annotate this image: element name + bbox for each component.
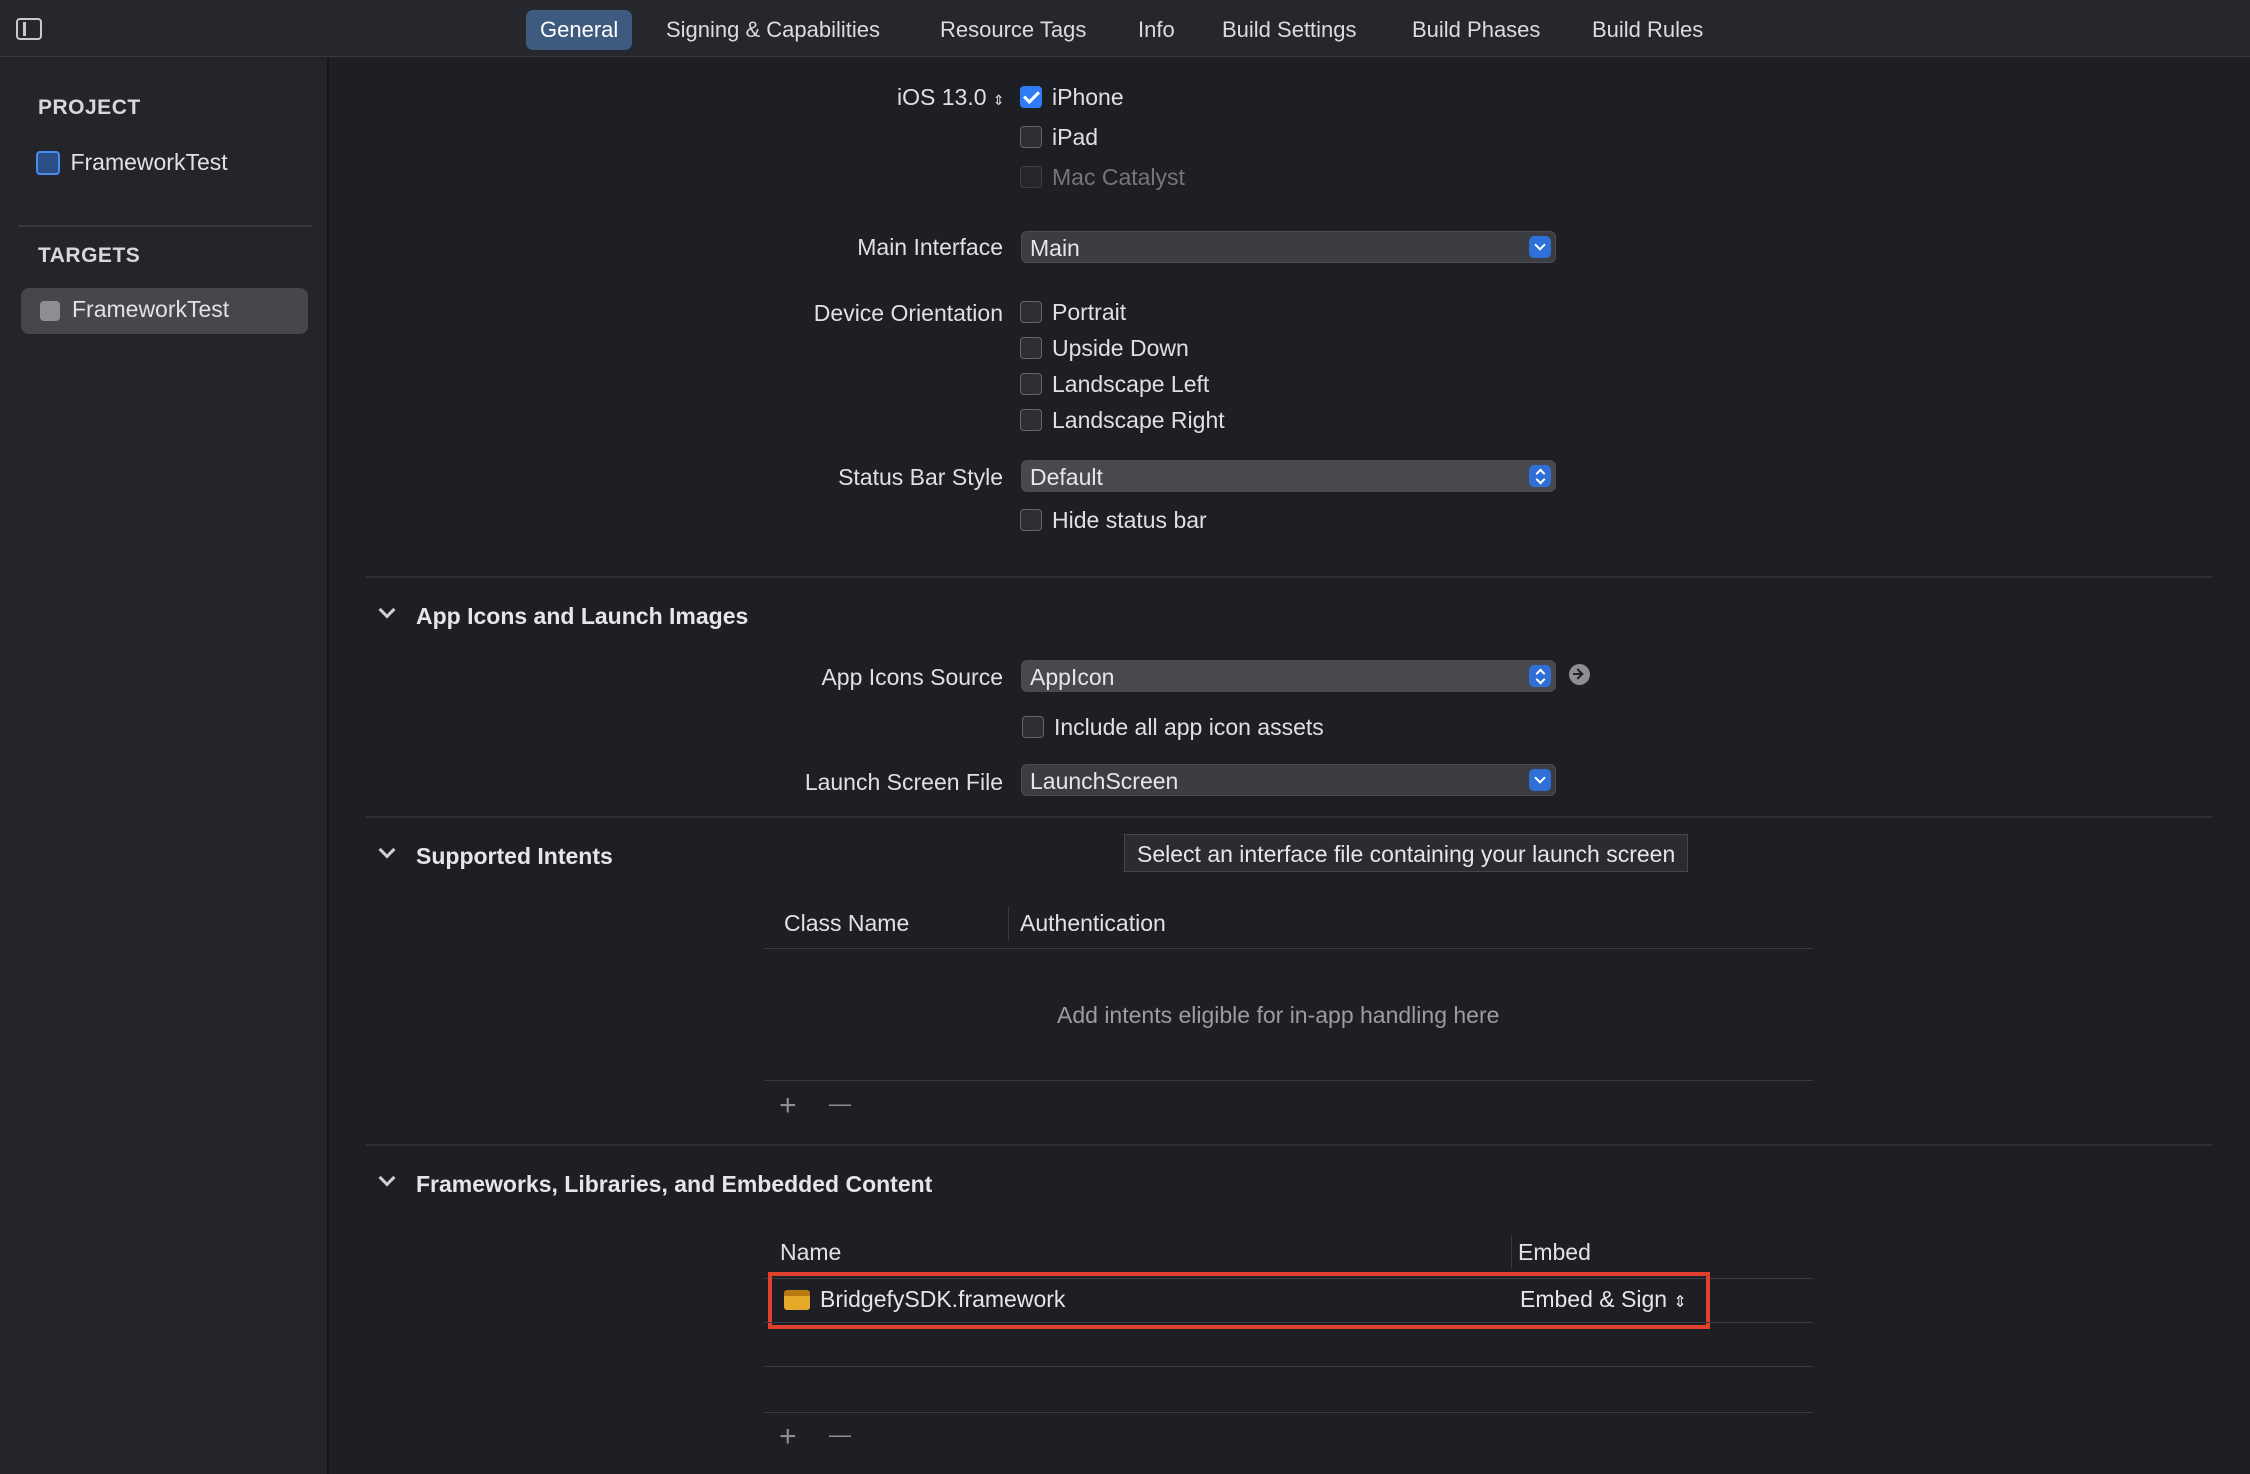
remove-intent-button[interactable]: — — [829, 1089, 851, 1119]
section-divider — [366, 816, 2212, 818]
remove-framework-button[interactable]: — — [829, 1420, 851, 1450]
sidebar-item-target[interactable]: FrameworkTest — [21, 288, 308, 334]
launch-screen-tooltip: Select an interface file containing your… — [1124, 834, 1689, 872]
status-bar-style-label: Status Bar Style — [838, 464, 1003, 490]
app-icons-source-popup[interactable]: AppIcon — [1021, 660, 1556, 692]
main-interface-value: Main — [1030, 235, 1080, 261]
section-divider — [366, 1144, 2212, 1146]
hide-status-bar-checkbox[interactable] — [1020, 509, 1042, 531]
device-orientation-label: Device Orientation — [813, 300, 1003, 326]
launch-screen-file-combo[interactable]: LaunchScreen — [1021, 764, 1556, 796]
main-interface-label: Main Interface — [857, 234, 1003, 260]
table-footer-divider — [764, 1412, 1813, 1413]
add-framework-button[interactable]: + — [779, 1422, 797, 1452]
target-name: FrameworkTest — [72, 296, 230, 322]
add-intent-button[interactable]: + — [779, 1091, 797, 1121]
project-name: FrameworkTest — [70, 149, 228, 175]
launch-screen-file-value: LaunchScreen — [1030, 768, 1179, 794]
row-divider — [764, 1366, 1813, 1367]
app-icons-source-label: App Icons Source — [821, 664, 1003, 690]
targets-header: TARGETS — [38, 244, 141, 267]
disclosure-chevron-icon[interactable] — [378, 1169, 396, 1187]
status-bar-style-value: Default — [1030, 464, 1103, 490]
mac-catalyst-checkbox — [1020, 166, 1042, 188]
app-icons-source-value: AppIcon — [1030, 664, 1115, 690]
column-divider — [1511, 1235, 1512, 1269]
frameworks-section-title: Frameworks, Libraries, and Embedded Cont… — [416, 1171, 933, 1197]
iphone-label: iPhone — [1052, 84, 1124, 110]
row-divider — [764, 1322, 1813, 1323]
portrait-label: Portrait — [1052, 299, 1127, 325]
project-icon — [36, 150, 60, 175]
landscape-left-label: Landscape Left — [1052, 371, 1210, 397]
disclosure-chevron-icon[interactable] — [378, 601, 396, 619]
tab-bar: General Signing & Capabilities Resource … — [0, 0, 2250, 57]
disclosure-chevron-icon[interactable] — [378, 841, 396, 859]
include-all-icons-label: Include all app icon assets — [1054, 714, 1324, 740]
table-footer-divider — [764, 1080, 1813, 1081]
upside-down-label: Upside Down — [1052, 335, 1189, 361]
table-header-divider — [764, 948, 1813, 949]
up-down-chevron-icon: ⇕ — [992, 92, 1005, 108]
project-item[interactable]: FrameworkTest — [36, 149, 228, 176]
ios-version: iOS 13.0 — [897, 84, 987, 110]
tab-build-phases[interactable]: Build Phases — [1398, 10, 1554, 50]
supported-intents-section-title: Supported Intents — [416, 843, 613, 869]
ios-version-stepper[interactable]: iOS 13.0 ⇕ — [897, 84, 1005, 111]
landscape-right-checkbox[interactable] — [1020, 409, 1042, 431]
section-divider — [366, 576, 2212, 578]
sidebar-divider — [18, 225, 312, 227]
landscape-left-checkbox[interactable] — [1020, 373, 1042, 395]
tab-general[interactable]: General — [526, 10, 633, 50]
ipad-checkbox[interactable] — [1020, 126, 1042, 148]
main-interface-combo[interactable]: Main — [1021, 231, 1556, 263]
highlight-annotation — [768, 1272, 1710, 1329]
mac-catalyst-label: Mac Catalyst — [1052, 164, 1185, 190]
class-name-column-header[interactable]: Class Name — [784, 910, 909, 937]
column-divider — [1008, 906, 1009, 940]
up-down-chevron-icon[interactable] — [1529, 665, 1551, 687]
tab-signing-capabilities[interactable]: Signing & Capabilities — [652, 10, 894, 50]
intents-empty-placeholder: Add intents eligible for in-app handling… — [1057, 1002, 1500, 1028]
authentication-column-header[interactable]: Authentication — [1020, 910, 1166, 937]
tab-build-settings[interactable]: Build Settings — [1208, 10, 1371, 50]
tab-resource-tags[interactable]: Resource Tags — [926, 10, 1100, 50]
iphone-checkbox[interactable] — [1020, 86, 1042, 108]
app-target-icon — [40, 301, 60, 321]
portrait-checkbox[interactable] — [1020, 301, 1042, 323]
go-to-arrow-icon[interactable] — [1569, 664, 1590, 685]
sidebar-toggle-icon[interactable] — [16, 18, 42, 40]
landscape-right-label: Landscape Right — [1052, 407, 1225, 433]
chevron-down-icon[interactable] — [1529, 236, 1551, 258]
tab-build-rules[interactable]: Build Rules — [1578, 10, 1717, 50]
embed-column-header[interactable]: Embed — [1518, 1239, 1591, 1266]
launch-screen-file-label: Launch Screen File — [804, 769, 1003, 795]
status-bar-style-popup[interactable]: Default — [1021, 460, 1556, 492]
hide-status-bar-label: Hide status bar — [1052, 507, 1207, 533]
include-all-icons-checkbox[interactable] — [1022, 716, 1044, 738]
chevron-down-icon[interactable] — [1529, 769, 1551, 791]
up-down-chevron-icon[interactable] — [1529, 465, 1551, 487]
name-column-header[interactable]: Name — [780, 1239, 841, 1266]
upside-down-checkbox[interactable] — [1020, 337, 1042, 359]
project-header: PROJECT — [38, 96, 141, 119]
ipad-label: iPad — [1052, 124, 1099, 150]
app-icons-section-title: App Icons and Launch Images — [416, 603, 749, 629]
sidebar — [0, 58, 329, 1474]
tab-info[interactable]: Info — [1124, 10, 1189, 50]
